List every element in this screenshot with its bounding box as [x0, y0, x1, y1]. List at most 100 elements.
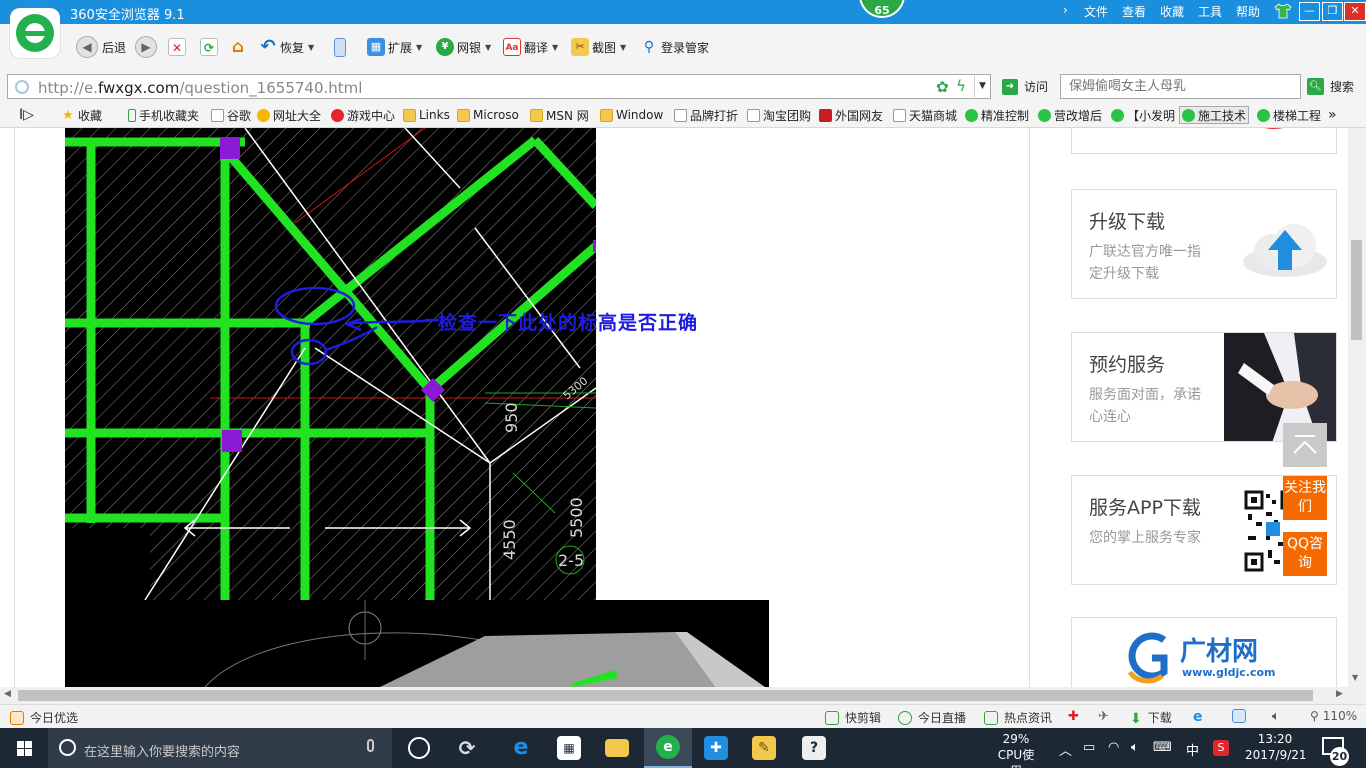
qq-consult-button[interactable]: QQ咨询 [1283, 532, 1327, 576]
bookmark-google[interactable]: 谷歌 [211, 106, 251, 124]
store-icon[interactable]: ▦ [545, 728, 593, 768]
bookmark-precise-control[interactable]: 精准控制 [965, 106, 1029, 124]
bookmark-stair-engineering[interactable]: 楼梯工程 [1257, 106, 1321, 124]
menu-help[interactable]: 帮助 [1236, 3, 1260, 20]
ie-mode-icon[interactable]: e [1193, 709, 1203, 725]
url-text[interactable]: http://e.fwxgx.com/question_1655740.html [38, 79, 362, 97]
windows-start-icon[interactable] [0, 728, 48, 768]
bookmark-msn[interactable]: MSN 网 [530, 106, 589, 124]
daily-picks-button[interactable]: 今日优选 [10, 709, 78, 726]
more-bookmarks-icon[interactable]: » [1328, 106, 1337, 124]
bookmark-game-center[interactable]: 游戏中心 [331, 106, 395, 124]
screenshot-button[interactable]: ✂ 截图 ▼ [571, 35, 626, 59]
quick-edit-button[interactable]: 快剪辑 [825, 709, 881, 726]
menu-file[interactable]: 文件 [1084, 3, 1108, 20]
search-button[interactable]: 🔍︎ 搜索 [1307, 78, 1354, 95]
restore-button[interactable]: ↶ 恢复 ▼ [259, 35, 314, 59]
url-input[interactable]: http://e.fwxgx.com/question_1655740.html… [7, 74, 991, 99]
bookmark-windows[interactable]: Window [600, 106, 663, 124]
phone-icon [128, 108, 136, 122]
scroll-down-icon[interactable]: ▼ [1352, 673, 1358, 682]
bookmark-taobao[interactable]: 淘宝团购 [747, 106, 811, 124]
maximize-button[interactable]: ❐ [1322, 2, 1343, 21]
taskbar-app-help-icon[interactable]: ? [790, 728, 838, 768]
stop-button[interactable]: ✕ [168, 35, 189, 59]
menu-tools[interactable]: 工具 [1198, 3, 1222, 20]
menu-favorites[interactable]: 收藏 [1160, 3, 1184, 20]
scroll-left-icon[interactable]: ◀ [4, 689, 11, 699]
chevron-right-icon[interactable]: › [1063, 3, 1068, 17]
vertical-scrollbar[interactable]: ▼ [1348, 128, 1366, 687]
security-score-badge[interactable]: 65 [859, 0, 905, 18]
horizontal-scrollbar[interactable]: ◀ ▶ [0, 687, 1366, 704]
extend-button[interactable]: ▦ 扩展 ▼ [367, 35, 422, 59]
follow-us-button[interactable]: 关注我们 [1283, 476, 1327, 520]
sidebar-card-gldjc[interactable]: 广材网 www.gldjc.com [1071, 617, 1337, 687]
edge-icon[interactable]: e [497, 728, 545, 768]
bookmark-brand-discount[interactable]: 品牌打折 [674, 106, 738, 124]
tray-expand-icon[interactable]: ︿ [1059, 740, 1072, 759]
sidebar-card-upgrade-download[interactable]: 升级下载 广联达官方唯一指定升级下载 [1071, 189, 1337, 299]
annotation-text: 检查一下此处的标高是否正确 [438, 312, 699, 334]
scrollbar-thumb[interactable] [18, 690, 1313, 701]
bookmark-mobile-favorites[interactable]: 手机收藏夹 [128, 106, 199, 124]
browser-logo-icon[interactable] [10, 8, 60, 58]
bookmark-invention[interactable]: 【小发明 [1111, 106, 1175, 124]
hot-news-button[interactable]: 热点资讯 [984, 709, 1052, 726]
pin-icon[interactable]: ✈ [1098, 709, 1109, 724]
bookmark-vat-reform[interactable]: 营改增后 [1038, 106, 1102, 124]
taskbar-360-browser-icon[interactable]: e [644, 728, 692, 768]
bookmark-links[interactable]: Links [403, 106, 450, 124]
bookmark-construction-tech[interactable]: 施工技术 [1179, 106, 1250, 124]
home-button[interactable]: ⌂ [229, 35, 250, 59]
back-arrow-icon[interactable]: ◀ [76, 36, 98, 58]
taskbar-app-notes-icon[interactable]: ✎ [740, 728, 788, 768]
system-clock[interactable]: 13:20 2017/9/21 [1245, 731, 1307, 763]
back-button[interactable]: 后退 [102, 35, 126, 59]
bookmark-microsoft[interactable]: Microso [457, 106, 519, 124]
back-to-top-button[interactable] [1283, 423, 1327, 467]
bookmark-site-directory[interactable]: 网址大全 [257, 106, 321, 124]
first-aid-icon[interactable]: ✚ [1068, 709, 1079, 724]
scrollbar-thumb[interactable] [1351, 240, 1362, 340]
wifi-icon[interactable]: ◠ [1108, 740, 1119, 755]
bookmark-foreign-friends[interactable]: 外国网友 [819, 106, 883, 124]
bank-button[interactable]: ¥ 网银 ▼ [436, 35, 491, 59]
taskbar-app-blue-icon[interactable]: ✚ [692, 728, 740, 768]
bookmark-favorites[interactable]: ★ 收藏 [62, 106, 102, 124]
cpu-usage[interactable]: 29% CPU使用 [992, 731, 1040, 768]
file-explorer-icon[interactable] [593, 728, 641, 768]
mobile-button[interactable] [334, 35, 349, 59]
search-input[interactable] [1060, 74, 1301, 99]
scroll-right-icon[interactable]: ▶ [1336, 689, 1343, 699]
keyboard-icon[interactable]: ⌨ [1153, 740, 1172, 755]
refresh-button[interactable]: ⟳ [200, 35, 221, 59]
skin-shirt-icon[interactable] [1274, 3, 1292, 22]
taskbar-app-browser-icon[interactable]: ⟳ [443, 728, 491, 768]
taskbar-search-box[interactable]: 在这里输入你要搜索的内容 [48, 728, 392, 768]
menu-view[interactable]: 查看 [1122, 3, 1146, 20]
battery-icon[interactable]: ▭ [1083, 740, 1095, 755]
forward-arrow-icon[interactable]: ▶ [135, 36, 157, 58]
volume-icon[interactable]: 🔈︎ [1272, 709, 1280, 724]
login-manager-button[interactable]: ⚲ 登录管家 [640, 35, 709, 59]
sidebar-card-partial[interactable] [1071, 128, 1337, 154]
visit-button[interactable]: ➜ 访问 [1002, 78, 1048, 95]
input-method-indicator[interactable]: 中 [1186, 740, 1199, 759]
url-dropdown-icon[interactable]: ▼ [974, 76, 990, 97]
security-check-icon[interactable]: ✿ [936, 78, 949, 96]
zoom-level[interactable]: ⚲ 110% [1310, 709, 1357, 723]
sogou-ime-icon[interactable]: S [1213, 740, 1229, 756]
download-button[interactable]: ⬇ 下载 [1130, 709, 1172, 727]
microphone-icon[interactable] [367, 739, 374, 752]
live-button[interactable]: 今日直播 [898, 709, 966, 726]
close-button[interactable]: ✕ [1344, 2, 1366, 21]
window-mode-icon[interactable] [1232, 709, 1252, 723]
speed-mode-icon[interactable]: ϟ [956, 77, 966, 95]
translate-button[interactable]: Aa 翻译 ▼ [503, 35, 558, 59]
speaker-icon[interactable]: 🔈︎ [1131, 740, 1139, 755]
task-view-icon[interactable] [395, 728, 443, 768]
minimize-button[interactable]: — [1299, 2, 1320, 21]
sidebar-toggle-icon[interactable]: I▷ [19, 106, 34, 124]
bookmark-tmall[interactable]: 天猫商城 [893, 106, 957, 124]
